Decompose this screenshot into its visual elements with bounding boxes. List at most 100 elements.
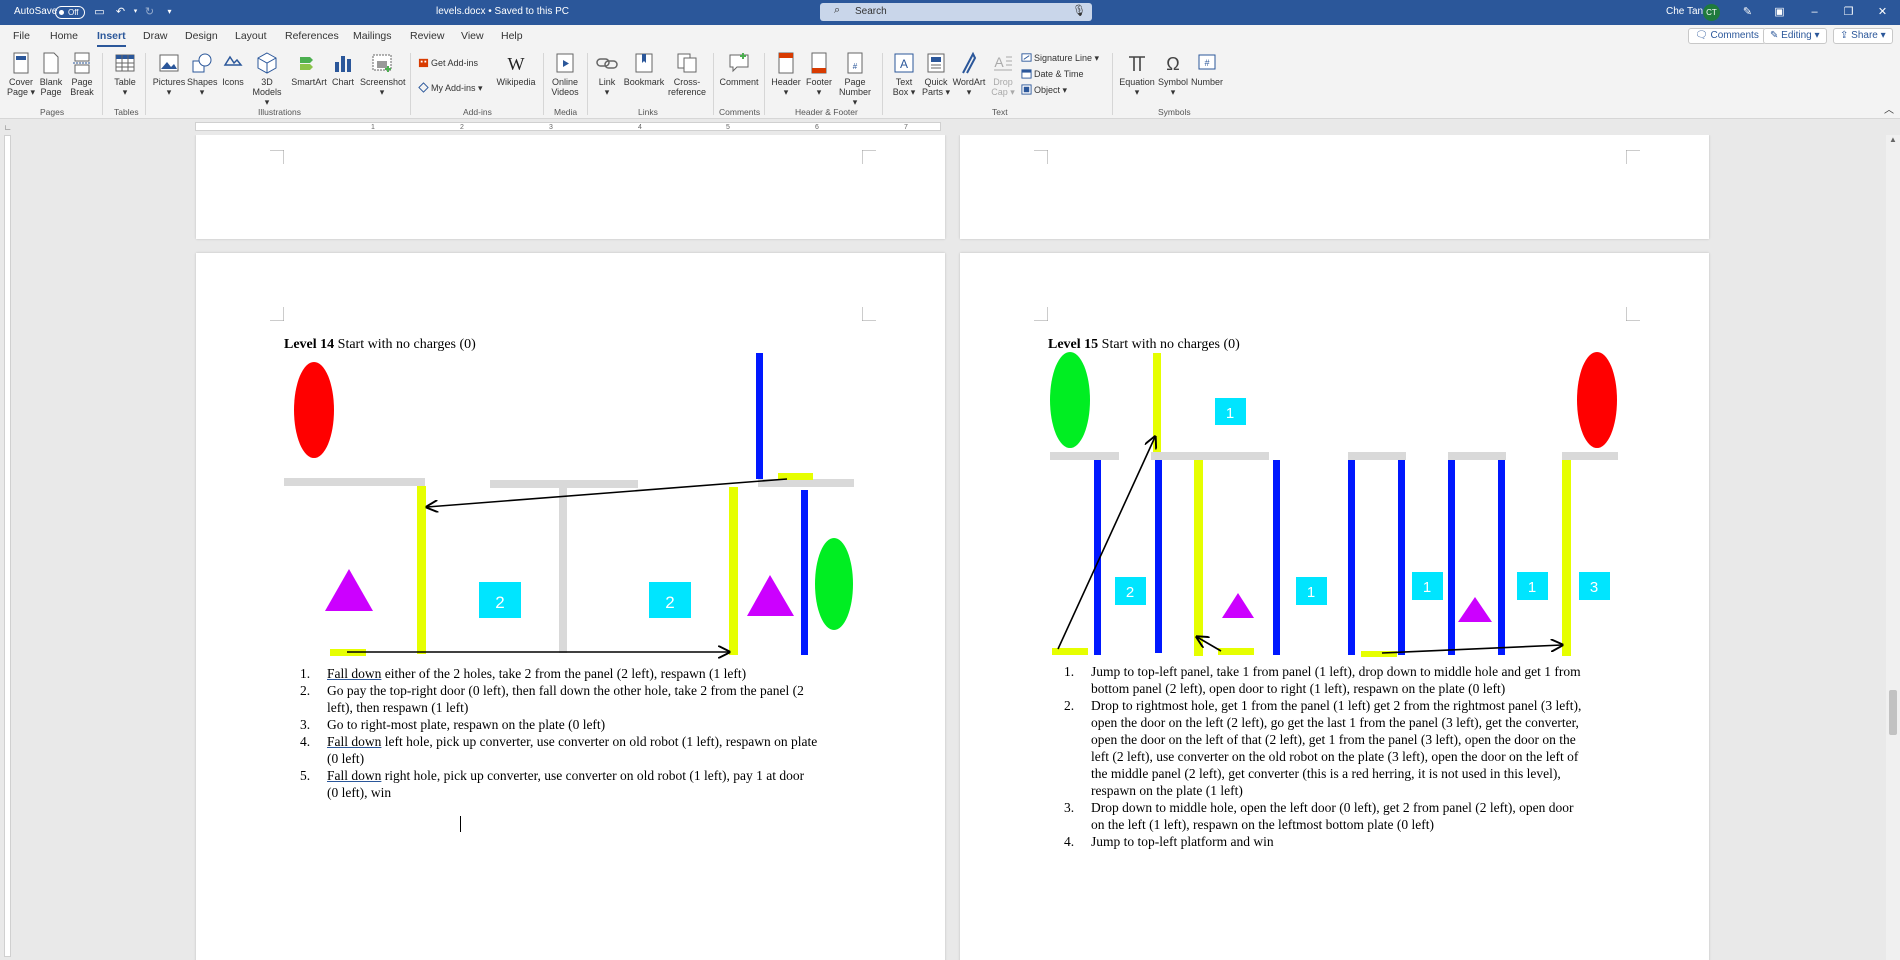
document-title[interactable]: levels.docx • Saved to this PC: [436, 6, 569, 17]
green-robot[interactable]: [1050, 352, 1090, 448]
door[interactable]: [1348, 460, 1355, 655]
vertical-scrollbar[interactable]: ▲: [1886, 135, 1900, 960]
customize-qat-icon[interactable]: ▾: [162, 5, 177, 19]
wordart-button[interactable]: WordArt ▾: [952, 51, 986, 97]
header-button[interactable]: Header ▾: [771, 51, 801, 97]
cross-reference-button[interactable]: Cross-reference: [666, 51, 708, 97]
link-button[interactable]: Link ▾: [594, 51, 620, 97]
share-button[interactable]: ⇪ Share ▾: [1833, 28, 1893, 44]
3d-models-button[interactable]: 3D Models ▾: [250, 51, 284, 107]
margin-mark: [862, 150, 876, 164]
bookmark-button[interactable]: Bookmark: [622, 51, 666, 87]
ruler-tick: 7: [904, 124, 908, 131]
door[interactable]: [1398, 460, 1405, 655]
table-label: Table: [114, 77, 136, 87]
get-addins-button[interactable]: Get Add-ins: [418, 57, 478, 69]
share-button-label: Share: [1851, 30, 1878, 41]
tab-mailings[interactable]: Mailings: [353, 30, 392, 42]
list-item: 2. Go pay the top-right door (0 left), th…: [300, 683, 804, 715]
search-box[interactable]: ⌕ Search 🎙: [820, 3, 1092, 21]
tab-home[interactable]: Home: [50, 30, 78, 42]
red-robot[interactable]: [1577, 352, 1617, 448]
table-button[interactable]: Table ▾: [111, 51, 139, 97]
vertical-ruler[interactable]: [4, 135, 11, 957]
door[interactable]: [801, 490, 808, 655]
footer-button[interactable]: Footer ▾: [804, 51, 834, 97]
collapse-ribbon-icon[interactable]: ︿: [1884, 105, 1894, 117]
tab-references[interactable]: References: [285, 30, 339, 42]
scrollbar-thumb[interactable]: [1889, 690, 1897, 735]
avatar[interactable]: CT: [1703, 4, 1720, 21]
level-15-diagram[interactable]: 1 2 1 1 1 3: [1048, 352, 1618, 657]
tab-design[interactable]: Design: [185, 30, 218, 42]
text-box-button[interactable]: A Text Box ▾: [889, 51, 919, 97]
green-robot[interactable]: [815, 538, 853, 630]
signature-line-button[interactable]: Signature Line ▾: [1021, 52, 1099, 64]
margin-mark: [1034, 150, 1048, 164]
horizontal-ruler[interactable]: 1 2 3 4 5 6 7: [195, 122, 941, 131]
editing-mode-button[interactable]: ✎ Editing ▾: [1763, 28, 1827, 44]
tab-layout[interactable]: Layout: [235, 30, 267, 42]
online-videos-button[interactable]: Online Videos: [550, 51, 580, 97]
pen-icon[interactable]: ✎: [1740, 5, 1755, 19]
door[interactable]: [1155, 460, 1162, 653]
smartart-button[interactable]: SmartArt: [289, 51, 329, 87]
page-break-button[interactable]: Page Break: [69, 51, 95, 97]
level-14-diagram[interactable]: 2 2: [284, 353, 854, 657]
chart-button[interactable]: Chart: [330, 51, 356, 87]
tab-view[interactable]: View: [461, 30, 484, 42]
comment-button[interactable]: Comment: [718, 51, 760, 87]
ribbon-display-icon[interactable]: ▣: [1772, 5, 1787, 19]
equation-button[interactable]: Equation ▾: [1118, 51, 1156, 97]
charging-plate[interactable]: [1052, 648, 1088, 655]
screenshot-button[interactable]: Screenshot ▾: [360, 51, 406, 97]
tab-review[interactable]: Review: [410, 30, 444, 42]
tab-help[interactable]: Help: [501, 30, 523, 42]
symbol-button[interactable]: Ω Symbol ▾: [1157, 51, 1189, 97]
object-button[interactable]: Object ▾: [1021, 84, 1067, 96]
page-number-button[interactable]: # Page Number ▾: [836, 51, 874, 107]
autosave-toggle[interactable]: Off: [55, 6, 85, 19]
wikipedia-button[interactable]: W Wikipedia: [495, 51, 537, 87]
close-icon[interactable]: ✕: [1875, 5, 1890, 19]
door[interactable]: [1448, 460, 1455, 655]
step-text: respawn on the plate (1 left): [1091, 783, 1243, 798]
cover-page-button[interactable]: Cover Page ▾: [6, 51, 36, 97]
my-addins-label: My Add-ins: [431, 83, 476, 93]
door[interactable]: [756, 353, 763, 479]
page-level-14[interactable]: Level 14 Start with no charges (0) 2 2 1…: [196, 253, 945, 960]
drop-cap-button[interactable]: A Drop Cap ▾: [988, 51, 1018, 97]
number-button[interactable]: # Number: [1190, 51, 1224, 87]
shapes-button[interactable]: Shapes ▾: [187, 51, 218, 97]
my-addins-button[interactable]: My Add-ins ▾: [418, 82, 483, 94]
redo-icon[interactable]: ↻: [142, 5, 157, 19]
tab-selector-icon[interactable]: ∟: [4, 122, 12, 134]
page-level-15[interactable]: Level 15 Start with no charges (0) 1 2 1…: [960, 253, 1709, 960]
step-text: either of the 2 holes, take 2 from the p…: [381, 666, 747, 681]
comments-button[interactable]: 🗨 Comments: [1688, 28, 1766, 44]
charging-plate[interactable]: [1218, 648, 1254, 655]
tab-insert[interactable]: Insert: [97, 30, 126, 47]
scroll-up-icon[interactable]: ▲: [1889, 135, 1897, 144]
tab-file[interactable]: File: [13, 30, 30, 42]
step-text: left), then respawn (1 left): [327, 700, 469, 715]
door[interactable]: [1273, 460, 1280, 655]
pictures-button[interactable]: Pictures ▾: [152, 51, 186, 97]
icons-button[interactable]: Icons: [220, 51, 246, 87]
undo-dropdown-icon[interactable]: ▾: [128, 5, 143, 19]
date-time-button[interactable]: Date & Time: [1021, 68, 1084, 80]
restore-icon[interactable]: ❐: [1841, 5, 1856, 19]
microphone-icon[interactable]: 🎙: [1072, 4, 1086, 17]
quick-parts-button[interactable]: Quick Parts ▾: [921, 51, 951, 97]
undo-icon[interactable]: ↶: [113, 5, 128, 19]
drop-cap-label-2: Cap: [991, 87, 1008, 97]
document-canvas[interactable]: Level 14 Start with no charges (0) 2 2 1…: [14, 135, 1887, 960]
minimize-icon[interactable]: –: [1807, 5, 1822, 19]
tab-draw[interactable]: Draw: [143, 30, 168, 42]
cover-page-icon: [13, 52, 29, 74]
blank-page-label-2: Page: [40, 87, 62, 97]
red-robot[interactable]: [294, 362, 334, 458]
blank-page-button[interactable]: Blank Page: [38, 51, 64, 97]
save-icon[interactable]: ▭: [92, 5, 107, 19]
door[interactable]: [1498, 460, 1505, 655]
